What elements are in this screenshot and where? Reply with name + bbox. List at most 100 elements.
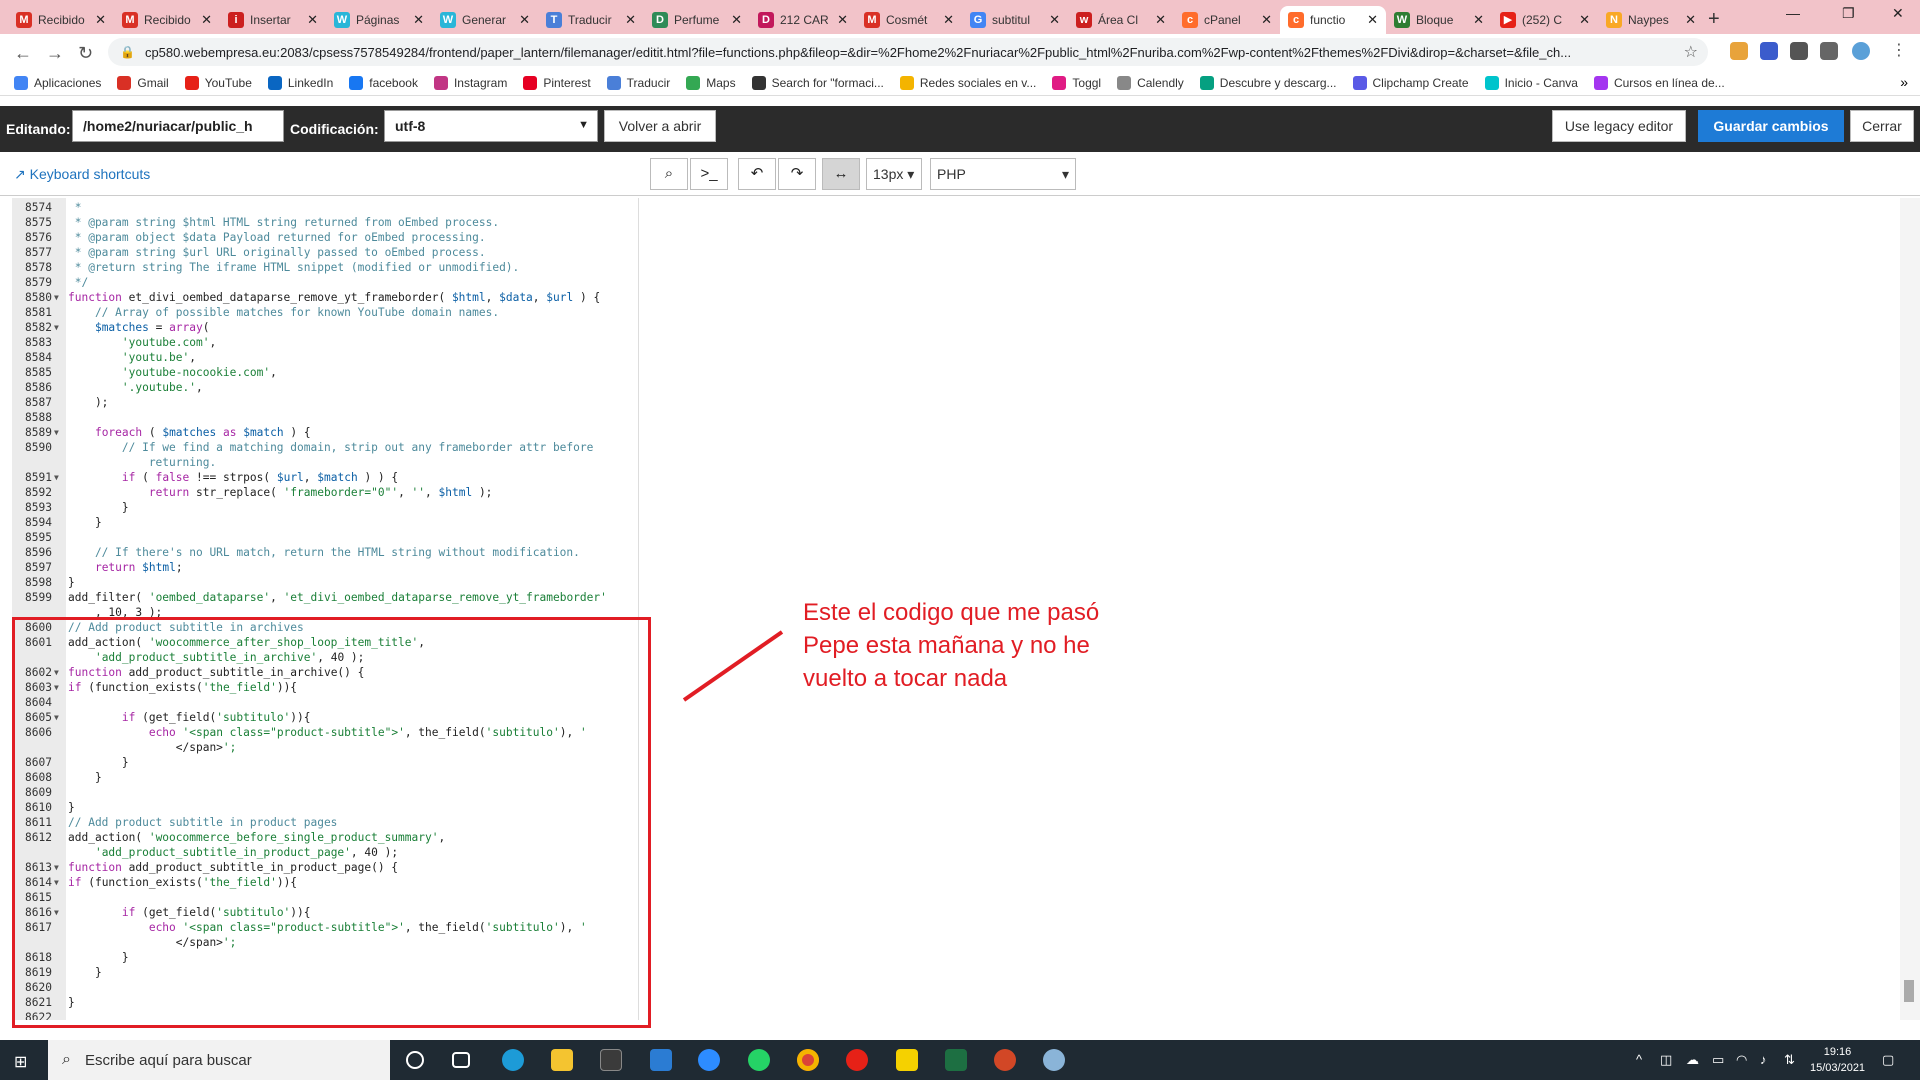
goto-line-icon[interactable]: >_ [690, 158, 728, 190]
forward-icon[interactable]: → [46, 43, 64, 64]
tab-close-icon[interactable]: ✕ [95, 12, 106, 28]
browser-tab[interactable]: W Generar ✕ [432, 6, 538, 34]
code-line[interactable]: 8581 // Array of possible matches for kn… [12, 305, 638, 320]
tab-close-icon[interactable]: ✕ [943, 12, 954, 28]
scrollbar-thumb[interactable] [1904, 980, 1914, 1002]
cloud-icon[interactable]: ☁ [1686, 1052, 1699, 1068]
mail-icon[interactable] [650, 1049, 672, 1071]
notifications-icon[interactable]: ▢ [1882, 1052, 1894, 1068]
bookmark-item[interactable]: Aplicaciones [14, 75, 101, 90]
bookmark-item[interactable]: Traducir [606, 75, 670, 90]
address-bar[interactable]: 🔒 cp580.webempresa.eu:2083/cpsess7578549… [108, 38, 1708, 66]
bookmark-item[interactable]: Instagram [433, 75, 507, 90]
tab-close-icon[interactable]: ✕ [201, 12, 212, 28]
cortana-icon[interactable] [406, 1051, 424, 1069]
meet-now-icon[interactable]: ◫ [1660, 1052, 1672, 1068]
clock[interactable]: 19:16 15/03/2021 [1810, 1044, 1865, 1076]
browser-tab[interactable]: N Naypes ✕ [1598, 6, 1704, 34]
code-line[interactable]: 8591 ▼ if ( false !== strpos( $url, $matc… [12, 470, 638, 485]
code-line[interactable]: 8578 * @return string The iframe HTML sn… [12, 260, 638, 275]
code-line[interactable]: 8592 return str_replace( 'frameborder="0… [12, 485, 638, 500]
extension-icon[interactable] [1760, 42, 1778, 60]
keyboard-shortcuts-link[interactable]: ↗ Keyboard shortcuts [14, 166, 150, 183]
tab-close-icon[interactable]: ✕ [837, 12, 848, 28]
code-line[interactable]: 8599 add_filter( 'oembed_dataparse', 'et_… [12, 590, 638, 605]
vertical-scrollbar[interactable] [1900, 198, 1920, 1020]
code-line[interactable]: 8576 * @param object $data Payload retur… [12, 230, 638, 245]
font-size-select[interactable]: 13px ▾ [866, 158, 922, 190]
taskbar-search[interactable]: ⌕ Escribe aquí para buscar [48, 1040, 390, 1080]
battery-icon[interactable]: ▭ [1712, 1052, 1724, 1068]
media-icon[interactable] [1820, 42, 1838, 60]
browser-tab[interactable]: i Insertar ✕ [220, 6, 326, 34]
code-line[interactable]: 8595 [12, 530, 638, 545]
windows-start-icon[interactable]: ⊞ [14, 1052, 27, 1072]
path-input[interactable]: /home2/nuriacar/public_h [72, 110, 284, 142]
fold-toggle-icon[interactable]: ▼ [54, 320, 59, 335]
reopen-button[interactable]: Volver a abrir [604, 110, 716, 142]
task-view-icon[interactable] [452, 1052, 470, 1068]
tab-close-icon[interactable]: ✕ [519, 12, 530, 28]
tab-close-icon[interactable]: ✕ [1049, 12, 1060, 28]
code-line[interactable]: 8597 return $html; [12, 560, 638, 575]
fold-toggle-icon[interactable]: ▼ [54, 290, 59, 305]
browser-tab[interactable]: T Traducir ✕ [538, 6, 644, 34]
browser-tab[interactable]: ▶ (252) C ✕ [1492, 6, 1598, 34]
store-icon[interactable] [600, 1049, 622, 1071]
code-line[interactable]: 8579 */ [12, 275, 638, 290]
minimize-icon[interactable]: — [1786, 5, 1800, 21]
redo-icon[interactable]: ↷ [778, 158, 816, 190]
bookmark-item[interactable]: Redes sociales en v... [899, 75, 1036, 90]
undo-icon[interactable]: ↶ [738, 158, 776, 190]
browser-tab[interactable]: M Recibido ✕ [114, 6, 220, 34]
code-line[interactable]: 8593 } [12, 500, 638, 515]
code-line[interactable]: 8583 'youtube.com', [12, 335, 638, 350]
bookmark-item[interactable]: Inicio - Canva [1484, 75, 1578, 90]
bookmark-item[interactable]: YouTube [184, 75, 252, 90]
tab-close-icon[interactable]: ✕ [1261, 12, 1272, 28]
tab-close-icon[interactable]: ✕ [1579, 12, 1590, 28]
code-line[interactable]: 8575 * @param string $html HTML string r… [12, 215, 638, 230]
code-line[interactable]: 8586 '.youtube.', [12, 380, 638, 395]
browser-tab[interactable]: D Perfume ✕ [644, 6, 750, 34]
browser-tab[interactable]: M Recibido ✕ [8, 6, 114, 34]
browser-tab[interactable]: c cPanel ✕ [1174, 6, 1280, 34]
reload-icon[interactable]: ↻ [78, 43, 93, 64]
bookmark-item[interactable]: Calendly [1117, 75, 1184, 90]
bookmark-item[interactable]: Toggl [1052, 75, 1101, 90]
fold-toggle-icon[interactable]: ▼ [54, 470, 59, 485]
bookmark-item[interactable]: Maps [686, 75, 736, 90]
code-line[interactable]: 8594 } [12, 515, 638, 530]
bookmark-item[interactable]: LinkedIn [267, 75, 333, 90]
code-line[interactable]: 8590 // If we find a matching domain, st… [12, 440, 638, 455]
search-icon[interactable]: ⌕ [650, 158, 688, 190]
excel-icon[interactable] [945, 1049, 967, 1071]
extension-icon[interactable] [1730, 42, 1748, 60]
zoom-icon[interactable] [698, 1049, 720, 1071]
fold-toggle-icon[interactable]: ▼ [54, 425, 59, 440]
browser-tab[interactable]: c functio ✕ [1280, 6, 1386, 34]
code-line[interactable]: 8596 // If there's no URL match, return … [12, 545, 638, 560]
browser-tab[interactable]: W Páginas ✕ [326, 6, 432, 34]
bookmark-item[interactable]: facebook [349, 75, 418, 90]
code-line[interactable]: 8585 'youtube-nocookie.com', [12, 365, 638, 380]
bookmark-item[interactable]: Pinterest [523, 75, 591, 90]
tab-close-icon[interactable]: ✕ [307, 12, 318, 28]
code-line[interactable]: 8580 ▼ function et_divi_oembed_dataparse_r… [12, 290, 638, 305]
restore-icon[interactable]: ❐ [1842, 5, 1855, 22]
puzzle-icon[interactable] [1790, 42, 1808, 60]
tab-close-icon[interactable]: ✕ [731, 12, 742, 28]
mode-select[interactable]: PHP ▾ [930, 158, 1076, 190]
chrome-icon[interactable] [797, 1049, 819, 1071]
bookmark-item[interactable]: Cursos en línea de... [1593, 75, 1725, 90]
browser-tab[interactable]: w Área Cl ✕ [1068, 6, 1174, 34]
youtube-icon[interactable] [846, 1049, 868, 1071]
code-line[interactable]: 8588 [12, 410, 638, 425]
new-tab-button[interactable]: + [1708, 8, 1720, 31]
code-line[interactable]: 8582 ▼ $matches = array( [12, 320, 638, 335]
bookmark-item[interactable]: Clipchamp Create [1352, 75, 1469, 90]
save-button[interactable]: Guardar cambios [1698, 110, 1844, 142]
folder-icon[interactable] [551, 1049, 573, 1071]
browser-tab[interactable]: D 212 CAR ✕ [750, 6, 856, 34]
tab-close-icon[interactable]: ✕ [1155, 12, 1166, 28]
